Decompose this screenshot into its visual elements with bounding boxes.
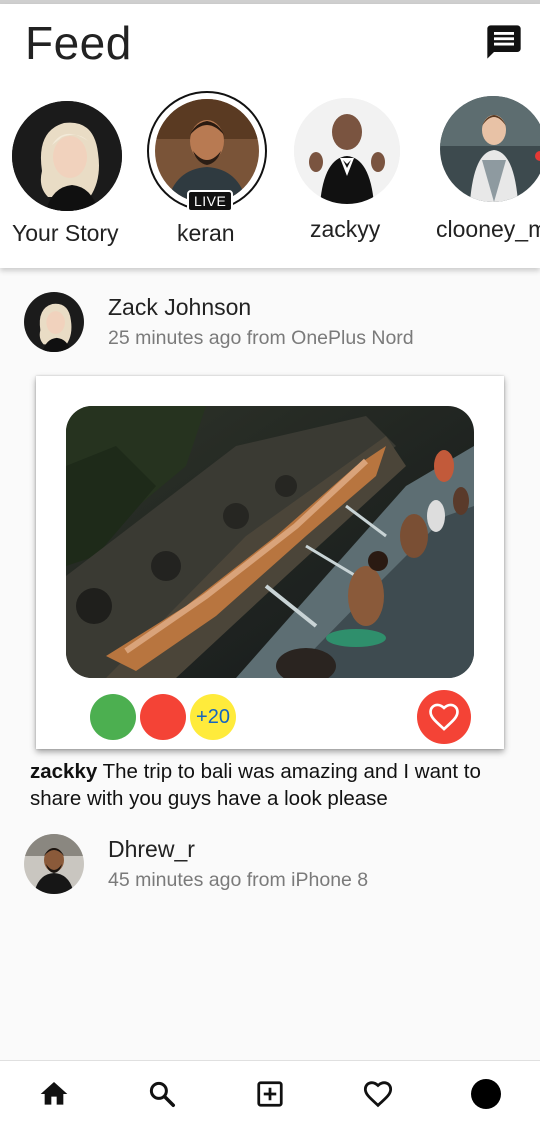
post-header[interactable]: Dhrew_r 45 minutes ago from iPhone 8 (24, 834, 514, 898)
story-label: Your Story (12, 220, 119, 246)
home-icon (40, 1082, 68, 1105)
post-caption: zackky The trip to bali was amazing and … (30, 758, 510, 812)
story-label: clooney_m (436, 216, 540, 242)
post-meta: 25 minutes ago from OnePlus Nord (108, 327, 414, 349)
avatar (294, 98, 400, 204)
avatar (440, 96, 540, 202)
feed-header: Feed Your Story LIVE keran zackyy cloone… (0, 4, 540, 268)
post-author: Zack Johnson (108, 294, 252, 320)
story-keran[interactable]: LIVE keran (146, 90, 268, 260)
bottom-nav (0, 1060, 540, 1146)
message-icon (487, 25, 521, 59)
post-image[interactable] (66, 406, 474, 678)
nav-search[interactable] (145, 1077, 179, 1111)
story-label: zackyy (310, 216, 381, 242)
post-meta: 45 minutes ago from iPhone 8 (108, 869, 369, 891)
likes-count-badge: +20 (190, 694, 236, 740)
avatar (24, 292, 84, 352)
post-header[interactable]: Zack Johnson 25 minutes ago from OnePlus… (24, 292, 514, 356)
like-button[interactable] (417, 690, 471, 744)
bali-water-temple-photo (66, 406, 474, 678)
message-button[interactable] (484, 22, 524, 62)
avatar (12, 101, 122, 211)
story-label: keran (177, 220, 235, 246)
liker-avatar (140, 694, 186, 740)
live-badge: LIVE (187, 190, 234, 212)
likers-group[interactable]: +20 (90, 694, 250, 740)
page-title: Feed (25, 17, 132, 69)
nav-profile[interactable] (469, 1077, 503, 1111)
post-author: Dhrew_r (108, 836, 195, 862)
liker-avatar (90, 694, 136, 740)
heart-icon (429, 703, 459, 731)
post-card: +20 (36, 376, 504, 749)
nav-add-post[interactable] (253, 1077, 287, 1111)
caption-text: The trip to bali was amazing and I want … (30, 760, 481, 810)
profile-icon (471, 1079, 501, 1109)
story-zackyy[interactable]: zackyy (294, 90, 402, 260)
avatar (24, 834, 84, 894)
avatar (155, 99, 259, 203)
stories-row: Your Story LIVE keran zackyy clooney_m (0, 90, 540, 260)
story-your-story[interactable]: Your Story (12, 90, 124, 260)
search-icon (149, 1081, 175, 1107)
add-post-icon (257, 1081, 283, 1107)
nav-activity[interactable] (361, 1077, 395, 1111)
nav-home[interactable] (37, 1077, 71, 1111)
story-clooney-m[interactable]: clooney_m (436, 90, 540, 260)
caption-username[interactable]: zackky (30, 760, 97, 783)
heart-icon (363, 1081, 393, 1108)
